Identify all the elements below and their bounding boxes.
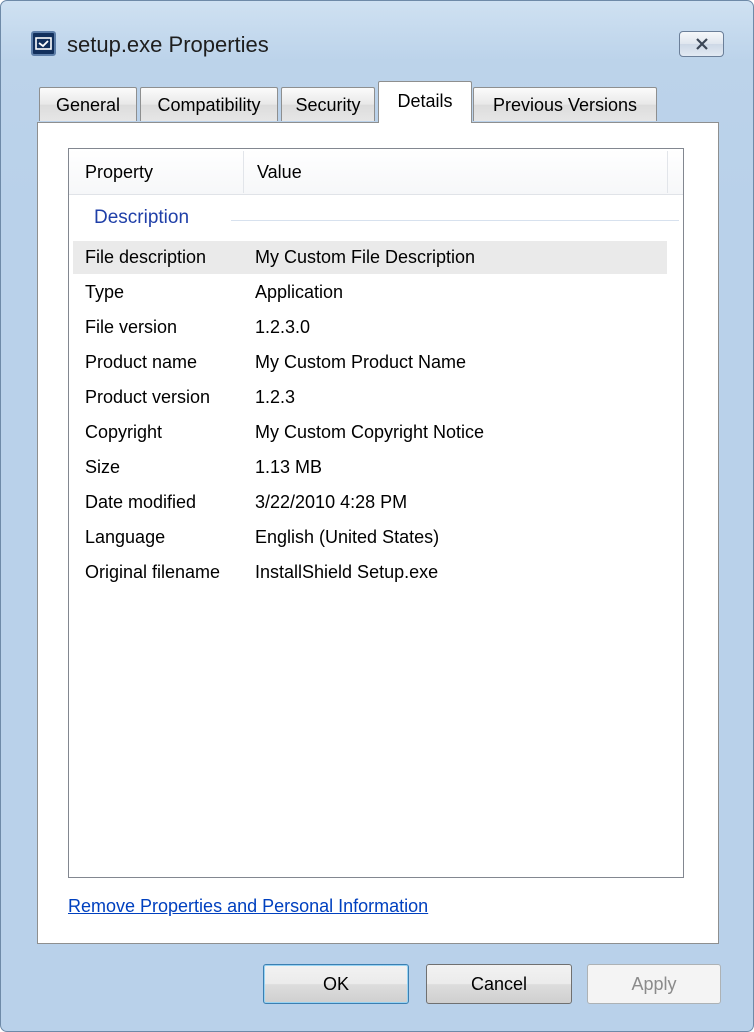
property-name: Product version xyxy=(85,387,211,407)
list-item[interactable]: Type Application xyxy=(73,276,667,309)
window-title: setup.exe Properties xyxy=(67,32,269,57)
property-name: File version xyxy=(85,317,178,337)
list-header: Property Value xyxy=(69,149,683,195)
list-item[interactable]: Language English (United States) xyxy=(73,521,667,554)
property-name: Language xyxy=(85,527,166,547)
column-separator[interactable] xyxy=(243,151,244,193)
property-name: Date modified xyxy=(85,492,197,512)
property-name: Size xyxy=(85,457,121,477)
property-name: Original filename xyxy=(85,562,221,582)
list-item[interactable]: Copyright My Custom Copyright Notice xyxy=(73,416,667,449)
column-header-property[interactable]: Property xyxy=(85,149,245,194)
property-value: 3/22/2010 4:28 PM xyxy=(255,492,408,512)
remove-properties-link[interactable]: Remove Properties and Personal Informati… xyxy=(68,896,428,917)
list-item[interactable]: Product name My Custom Product Name xyxy=(73,346,667,379)
property-value: My Custom Product Name xyxy=(255,352,467,372)
close-button[interactable] xyxy=(679,31,724,57)
property-value: English (United States) xyxy=(255,527,440,547)
property-value: 1.2.3 xyxy=(255,387,296,407)
apply-button[interactable]: Apply xyxy=(587,964,721,1004)
property-name: Copyright xyxy=(85,422,163,442)
cancel-button[interactable]: Cancel xyxy=(426,964,572,1004)
group-heading-description: Description xyxy=(94,207,190,228)
property-name: File description xyxy=(85,247,207,267)
property-value: My Custom Copyright Notice xyxy=(255,422,485,442)
list-item[interactable]: Size 1.13 MB xyxy=(73,451,667,484)
column-header-value[interactable]: Value xyxy=(257,149,677,194)
tab-strip: General Compatibility Security Details P… xyxy=(39,81,719,123)
tab-compatibility[interactable]: Compatibility xyxy=(140,87,278,121)
application-icon xyxy=(31,31,56,56)
property-name: Type xyxy=(85,282,125,302)
property-value: InstallShield Setup.exe xyxy=(255,562,439,582)
list-item[interactable]: File description My Custom File Descript… xyxy=(73,241,667,274)
properties-window: setup.exe Properties General Compatibili… xyxy=(0,0,754,1032)
list-item[interactable]: Original filename InstallShield Setup.ex… xyxy=(73,556,667,589)
property-value: Application xyxy=(255,282,344,302)
property-value: 1.13 MB xyxy=(255,457,323,477)
close-icon xyxy=(696,38,708,50)
list-item[interactable]: Date modified 3/22/2010 4:28 PM xyxy=(73,486,667,519)
list-item[interactable]: Product version 1.2.3 xyxy=(73,381,667,414)
property-value: 1.2.3.0 xyxy=(255,317,311,337)
ok-button[interactable]: OK xyxy=(263,964,409,1004)
group-divider xyxy=(231,220,679,221)
property-name: Product name xyxy=(85,352,198,372)
details-tab-panel: Property Value Description File descript… xyxy=(37,122,719,944)
property-list[interactable]: Property Value Description File descript… xyxy=(68,148,684,878)
tab-general[interactable]: General xyxy=(39,87,137,121)
list-item[interactable]: File version 1.2.3.0 xyxy=(73,311,667,344)
tab-security[interactable]: Security xyxy=(281,87,375,121)
column-separator[interactable] xyxy=(667,151,668,193)
title-bar[interactable]: setup.exe Properties xyxy=(1,1,753,89)
property-value: My Custom File Description xyxy=(255,247,476,267)
tab-details[interactable]: Details xyxy=(378,81,472,123)
tab-previous-versions[interactable]: Previous Versions xyxy=(473,87,657,121)
